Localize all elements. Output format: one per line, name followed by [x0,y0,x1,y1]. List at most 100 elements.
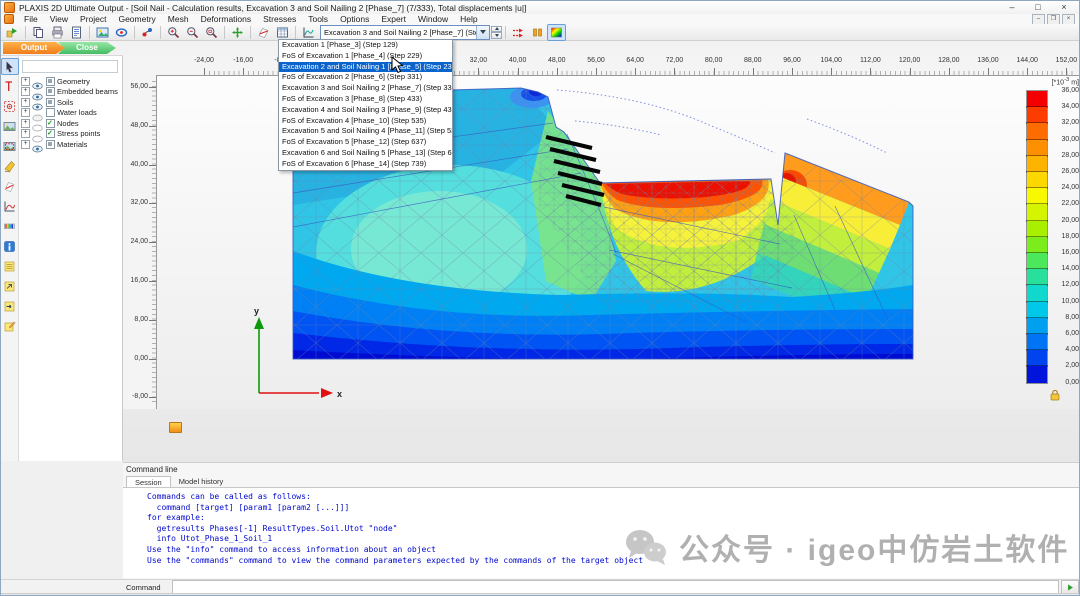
zoom-in-icon[interactable] [164,24,183,41]
tree-item-water-loads[interactable]: +Water loads [21,108,121,119]
scale-icon[interactable] [1,218,19,235]
tree-item-geometry[interactable]: + Geometry [21,76,121,87]
zoom-out-icon[interactable] [183,24,202,41]
curves-tool-icon[interactable] [1,198,19,215]
object-info-icon[interactable] [1,238,19,255]
pan-view-icon[interactable] [1,118,19,135]
structures-view-icon[interactable] [112,24,131,41]
phase-option[interactable]: FoS of Excavation 4 [Phase_10] (Step 535… [279,116,452,127]
menu-options[interactable]: Options [334,14,375,24]
chevron-down-icon[interactable] [476,26,489,39]
notes-annotation-icon[interactable] [1,298,19,315]
oval-icon[interactable] [32,130,44,138]
close-button[interactable]: × [1051,1,1077,14]
visibility-checkbox[interactable] [46,119,55,128]
menu-stresses[interactable]: Stresses [257,14,302,24]
minimize-button[interactable]: – [999,1,1025,14]
distance-measurement-icon[interactable] [1,78,19,95]
menu-file[interactable]: File [18,14,44,24]
snapshot-icon[interactable] [93,24,112,41]
visibility-checkbox[interactable] [46,140,55,149]
tree-item-materials[interactable]: +Materials [21,139,121,150]
phase-option[interactable]: Excavation 5 and Soil Nailing 4 [Phase_1… [279,126,452,137]
expand-icon[interactable]: + [21,98,30,107]
phase-option[interactable]: FoS of Excavation 2 [Phase_6] (Step 331) [279,72,452,83]
annotation-icon[interactable] [169,422,182,433]
expand-icon[interactable]: + [21,108,30,117]
run-command-button[interactable] [1061,580,1079,594]
select-region-icon[interactable] [1,138,19,155]
expand-icon[interactable]: + [21,119,30,128]
edit-annotation-icon[interactable] [1,318,19,335]
visibility-checkbox[interactable] [46,77,55,86]
result-canvas: y x [123,55,1080,462]
shadings-icon[interactable] [547,24,566,41]
eye-icon[interactable] [32,77,44,85]
tab-output[interactable]: Output [3,42,65,54]
phase-option[interactable]: Excavation 4 and Soil Nailing 3 [Phase_9… [279,105,452,116]
copy-icon[interactable] [29,24,48,41]
menu-window[interactable]: Window [412,14,454,24]
zoom-rect-icon[interactable] [202,24,221,41]
deformed-view-icon[interactable] [138,24,157,41]
print-icon[interactable] [48,24,67,41]
command-input[interactable] [172,580,1059,594]
tree-item-embedded-beams[interactable]: +Embedded beams [21,87,121,98]
reset-view-icon[interactable] [228,24,247,41]
visibility-checkbox[interactable] [46,108,55,117]
expand-icon[interactable]: + [21,77,30,86]
legend-band [1027,269,1047,285]
select-tool-icon[interactable] [1,58,19,75]
zoom-target-icon[interactable] [1,98,19,115]
tree-item-soils[interactable]: +Soils [21,97,121,108]
phase-option[interactable]: Excavation 3 and Soil Nailing 2 [Phase_7… [279,83,452,94]
export-icon[interactable] [3,24,22,41]
expand-icon[interactable]: + [21,129,30,138]
expand-icon[interactable]: + [21,140,30,149]
eye-icon[interactable] [32,88,44,96]
tree-item-nodes[interactable]: +Nodes [21,118,121,129]
phase-option[interactable]: FoS of Excavation 5 [Phase_12] (Step 637… [279,137,452,148]
legend-lock-icon[interactable] [1049,389,1061,401]
visibility-checkbox[interactable] [46,98,55,107]
report-icon[interactable] [67,24,86,41]
command-session-log: Commands can be called as follows: comma… [123,487,1080,578]
menu-deformations[interactable]: Deformations [195,14,258,24]
phase-option[interactable]: Excavation 6 and Soil Nailing 5 [Phase_1… [279,148,452,159]
tab-close[interactable]: Close [58,42,116,54]
menu-expert[interactable]: Expert [375,14,412,24]
tree-item-stress-points[interactable]: +Stress points [21,129,121,140]
visibility-checkbox[interactable] [46,87,55,96]
table-icon[interactable] [273,24,292,41]
menu-view[interactable]: View [44,14,74,24]
cross-section-tool-icon[interactable] [1,178,19,195]
phase-selector[interactable]: Excavation 3 and Soil Nailing 2 [Phase_7… [320,25,490,40]
menu-help[interactable]: Help [454,14,483,24]
menu-project[interactable]: Project [74,14,112,24]
menu-geometry[interactable]: Geometry [112,14,161,24]
oval-icon[interactable] [32,119,44,127]
phase-option[interactable]: Excavation 1 [Phase_3] (Step 129) [279,40,452,51]
expand-icon[interactable]: + [21,87,30,96]
explorer-filter-box[interactable] [22,60,118,73]
step-spinner[interactable] [491,26,502,39]
phase-option[interactable]: Excavation 2 and Soil Nailing 1 [Phase_5… [279,62,452,73]
eye-off-icon[interactable] [32,109,44,117]
menu-mesh[interactable]: Mesh [162,14,195,24]
forward-annotation-icon[interactable] [1,278,19,295]
visibility-checkbox[interactable] [46,129,55,138]
gauss-points-icon[interactable] [528,24,547,41]
maximize-button[interactable]: □ [1025,1,1051,14]
phase-option[interactable]: FoS of Excavation 1 [Phase_4] (Step 229) [279,51,452,62]
eye-icon[interactable] [32,140,44,148]
cross-section-icon[interactable] [254,24,273,41]
curves-manager-icon[interactable] [299,24,318,41]
menu-tools[interactable]: Tools [302,14,334,24]
tree-item-label: Geometry [57,77,90,86]
table-annotation-icon[interactable] [1,258,19,275]
step-arrows-icon[interactable] [509,24,528,41]
phase-option[interactable]: FoS of Excavation 6 [Phase_14] (Step 739… [279,159,452,170]
clean-view-icon[interactable] [1,158,19,175]
eye-icon[interactable] [32,98,44,106]
phase-option[interactable]: FoS of Excavation 3 [Phase_8] (Step 433) [279,94,452,105]
